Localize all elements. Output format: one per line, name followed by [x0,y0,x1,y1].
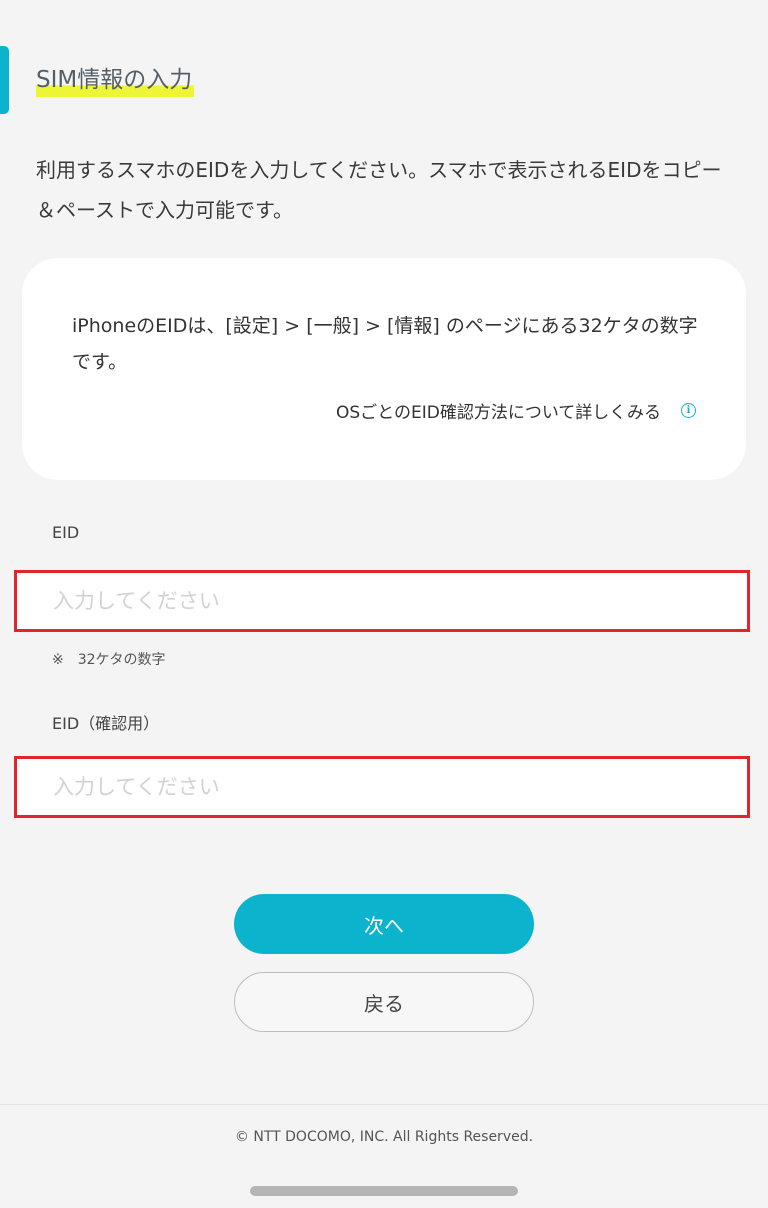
eid-confirm-input[interactable] [14,756,750,818]
footer-copyright: © NTT DOCOMO, INC. All Rights Reserved. [234,1129,534,1145]
eid-help-link[interactable]: OSごとのEID確認方法について詳しくみる i [336,398,696,423]
intro-text: 利用するスマホのEIDを入力してください。スマホで表示されるEIDをコピー＆ペー… [36,158,722,222]
info-card: iPhoneのEIDは、[設定] > [一般] > [情報] のページにある32… [22,258,746,480]
eid-help-link-label: OSごとのEID確認方法について詳しくみる [335,403,661,423]
page-title: SIM情報の入力 [36,62,195,100]
home-indicator[interactable] [250,1186,518,1196]
eid-field-label: EID [52,523,80,542]
footer-divider [0,1104,768,1105]
back-button[interactable]: 戻る [234,972,534,1032]
info-card-text: iPhoneのEIDは、[設定] > [一般] > [情報] のページにある32… [72,315,698,373]
eid-input[interactable] [14,570,750,632]
eid-confirm-field-label: EID（確認用） [52,714,160,733]
info-icon: i [681,403,696,418]
title-accent-bar [0,46,9,114]
eid-field-hint: ※ 32ケタの数字 [52,652,166,668]
next-button[interactable]: 次へ [234,894,534,954]
